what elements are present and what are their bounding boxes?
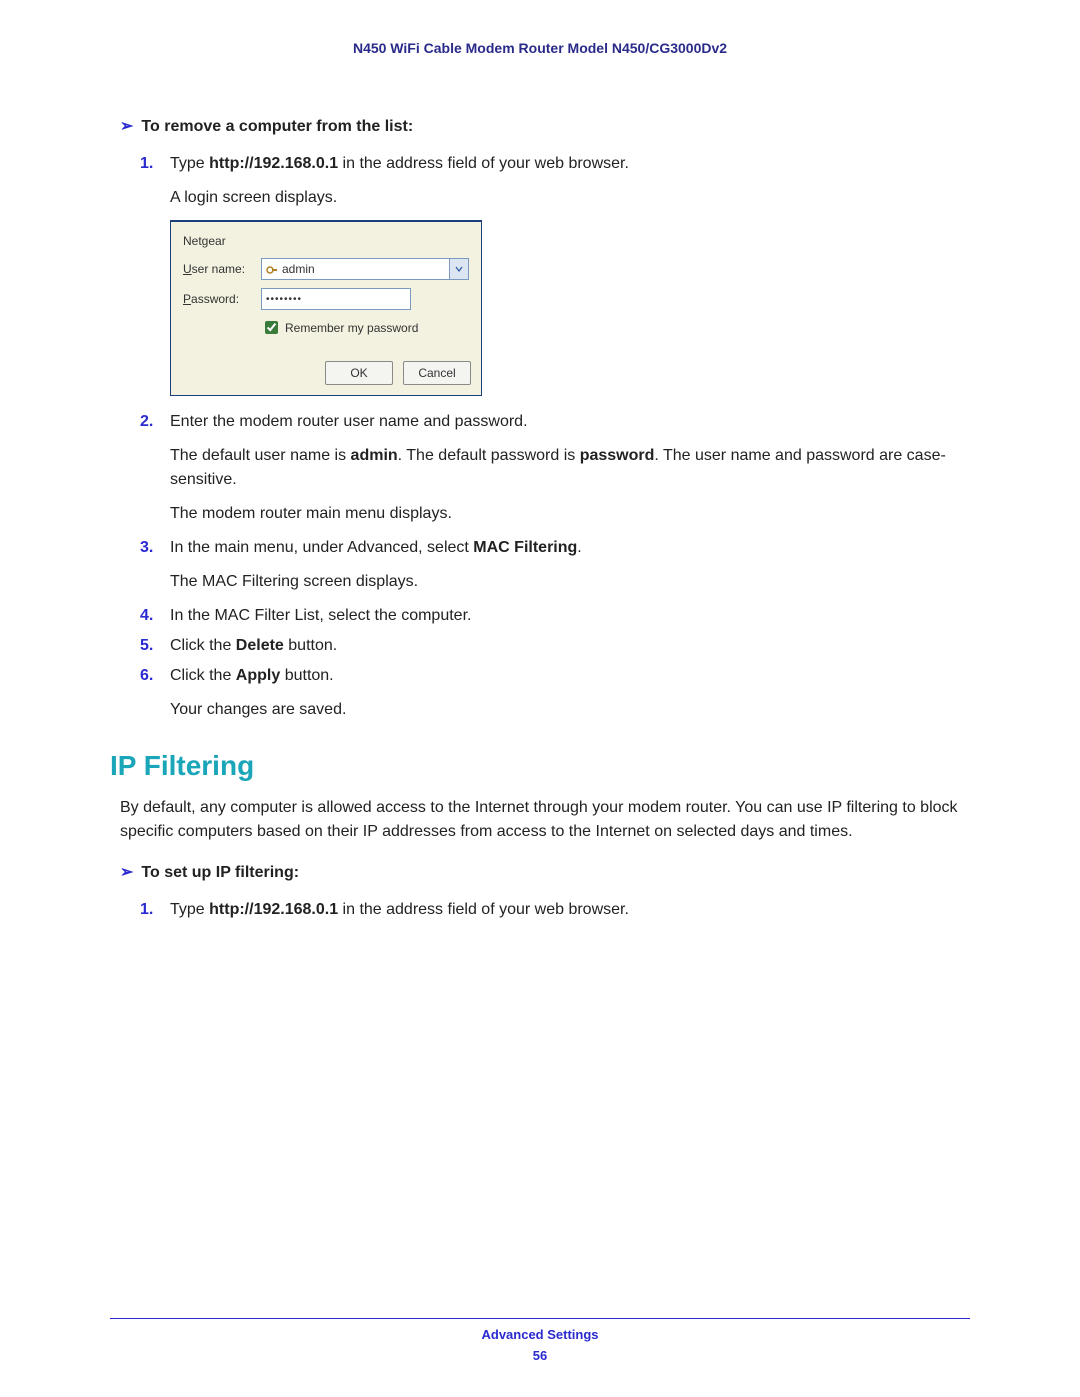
- footer-page-number: 56: [110, 1346, 970, 1367]
- login-dialog: Netgear User name: admin: [170, 220, 482, 396]
- password-input[interactable]: ••••••••: [261, 288, 411, 310]
- username-value: admin: [282, 260, 315, 278]
- step-1: 1. Type http://192.168.0.1 in the addres…: [140, 898, 970, 922]
- step-text: button.: [280, 667, 333, 684]
- password-label: Password:: [183, 290, 261, 308]
- key-icon: [266, 263, 278, 275]
- step-text: In the MAC Filter List, select the compu…: [170, 607, 471, 624]
- step-2: 2. Enter the modem router user name and …: [140, 410, 970, 526]
- step-5: 5. Click the Delete button.: [140, 634, 970, 658]
- step-text: button.: [284, 637, 337, 654]
- page-footer: Advanced Settings 56: [110, 1310, 970, 1367]
- step-bold: Delete: [236, 637, 284, 654]
- step-number: 5.: [140, 634, 153, 658]
- chevron-down-icon[interactable]: [449, 258, 469, 280]
- remember-checkbox[interactable]: [265, 321, 278, 334]
- footer-section: Advanced Settings: [110, 1325, 970, 1346]
- remember-label: Remember my password: [285, 319, 418, 337]
- document-header: N450 WiFi Cable Modem Router Model N450/…: [110, 40, 970, 56]
- username-label: User name:: [183, 260, 261, 278]
- procedure-heading-ipfilter: ➢ To set up IP filtering:: [120, 862, 970, 882]
- step-number: 3.: [140, 536, 153, 560]
- section-paragraph: By default, any computer is allowed acce…: [120, 796, 960, 844]
- step-bold: http://192.168.0.1: [209, 901, 338, 918]
- step-extra: The MAC Filtering screen displays.: [170, 570, 970, 594]
- step-number: 1.: [140, 152, 153, 176]
- procedure-heading-text: To remove a computer from the list:: [141, 118, 413, 135]
- step-bold: http://192.168.0.1: [209, 155, 338, 172]
- step-extra: Your changes are saved.: [170, 698, 970, 722]
- step-text: Enter the modem router user name and pas…: [170, 413, 528, 430]
- step-6: 6. Click the Apply button. Your changes …: [140, 664, 970, 722]
- step-4: 4. In the MAC Filter List, select the co…: [140, 604, 970, 628]
- step-bold: Apply: [236, 667, 280, 684]
- step-number: 4.: [140, 604, 153, 628]
- login-realm: Netgear: [183, 232, 226, 250]
- step-extra: A login screen displays.: [170, 186, 970, 210]
- ok-button[interactable]: OK: [325, 361, 393, 385]
- step-1: 1. Type http://192.168.0.1 in the addres…: [140, 152, 970, 396]
- section-heading-ip-filtering: IP Filtering: [110, 750, 970, 782]
- step-text: in the address field of your web browser…: [338, 155, 629, 172]
- step-text: Click the: [170, 667, 236, 684]
- step-3: 3. In the main menu, under Advanced, sel…: [140, 536, 970, 594]
- step-text: Type: [170, 901, 209, 918]
- step-extra: The default user name is admin. The defa…: [170, 444, 970, 492]
- step-text: Type: [170, 155, 209, 172]
- triangle-bullet-icon: ➢: [120, 118, 133, 135]
- step-extra: The modem router main menu displays.: [170, 502, 970, 526]
- step-text: .: [577, 539, 581, 556]
- step-text: in the address field of your web browser…: [338, 901, 629, 918]
- step-bold: MAC Filtering: [473, 539, 577, 556]
- step-text: Click the: [170, 637, 236, 654]
- step-number: 2.: [140, 410, 153, 434]
- cancel-button[interactable]: Cancel: [403, 361, 471, 385]
- step-number: 6.: [140, 664, 153, 688]
- step-text: In the main menu, under Advanced, select: [170, 539, 473, 556]
- triangle-bullet-icon: ➢: [120, 864, 133, 881]
- procedure-heading-text: To set up IP filtering:: [141, 864, 299, 881]
- procedure-heading-remove: ➢ To remove a computer from the list:: [120, 116, 970, 136]
- step-number: 1.: [140, 898, 153, 922]
- username-combo[interactable]: admin: [261, 258, 469, 280]
